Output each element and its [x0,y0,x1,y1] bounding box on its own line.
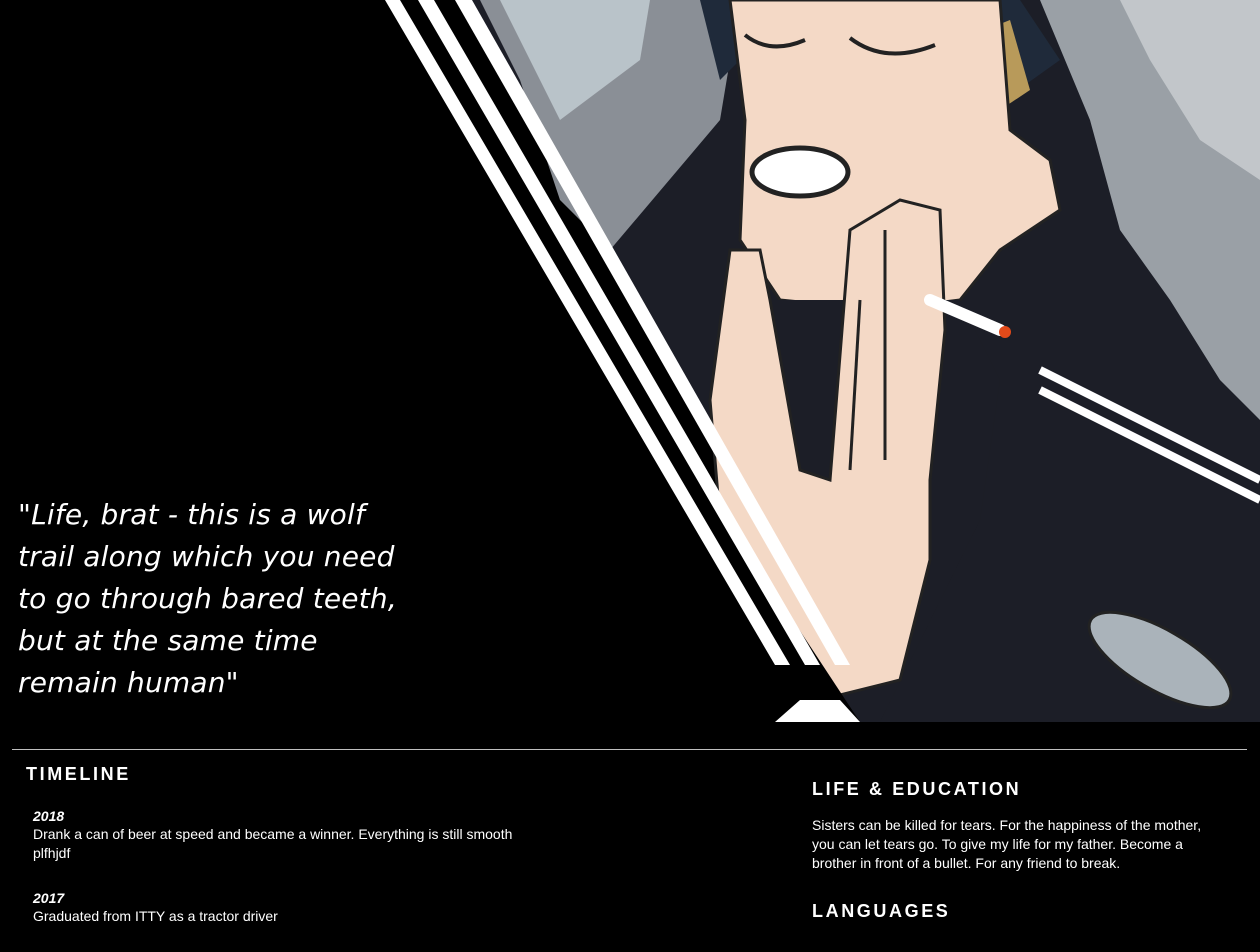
quote-text: "Life, brat - this is a wolf trail along… [18,498,397,699]
timeline-item: 2018 Drank a can of beer at speed and be… [33,807,546,863]
timeline-text: Graduated from ITTY as a tractor driver [33,908,278,924]
timeline-year: 2018 [33,808,65,824]
life-education-text: Sisters can be killed for tears. For the… [812,817,1202,871]
mouth [749,145,851,199]
about-section: LIFE & EDUCATION Sisters can be killed f… [812,779,1212,922]
timeline-year: 2017 [33,890,65,906]
life-education-title: LIFE & EDUCATION [812,779,1022,799]
languages-title: LANGUAGES [812,901,951,921]
timeline-item: 2017 Graduated from ITTY as a tractor dr… [33,889,546,926]
timeline-list: 2018 Drank a can of beer at speed and be… [26,807,546,926]
timeline-section: TIMELINE 2018 Drank a can of beer at spe… [26,764,546,952]
timeline-text: Drank a can of beer at speed and became … [33,826,513,861]
cigarette-ember [999,326,1011,338]
timeline-title: TIMELINE [26,764,131,784]
section-divider [12,749,1247,750]
hero-banner: "Life, brat - this is a wolf trail along… [0,0,1260,722]
